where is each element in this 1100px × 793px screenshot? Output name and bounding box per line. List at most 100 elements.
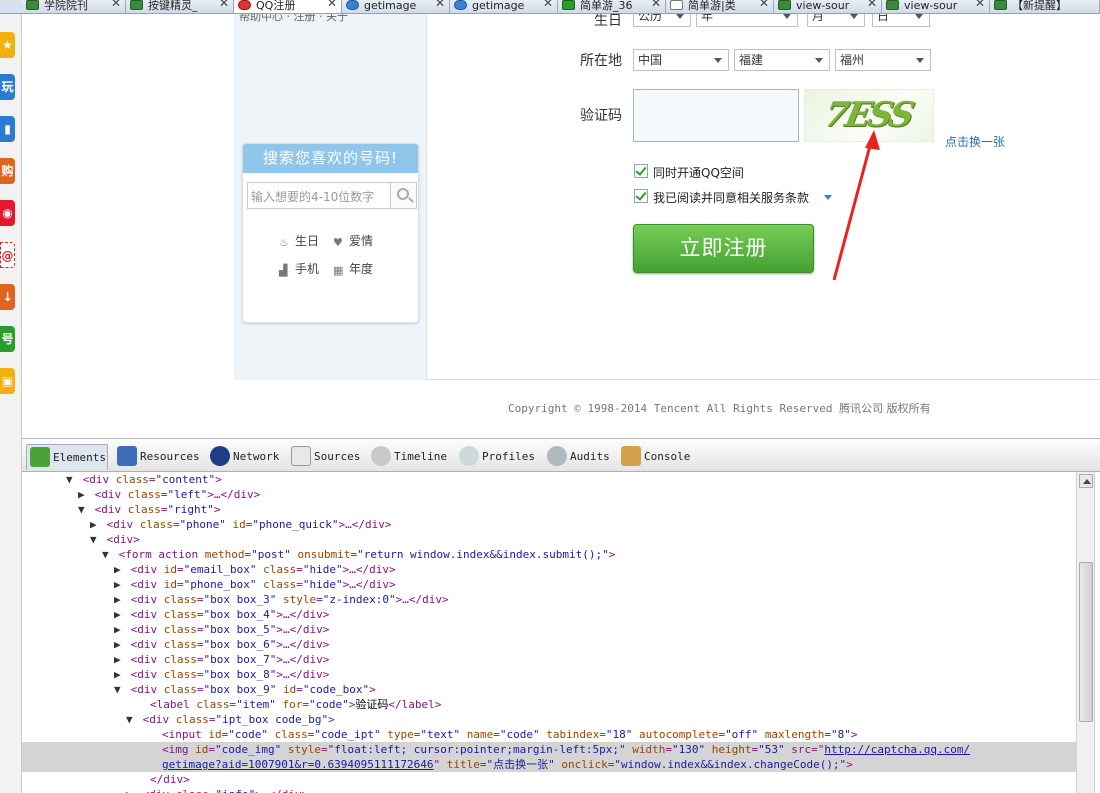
expand-toggle-icon[interactable]: ▶ (114, 577, 124, 592)
tab-network[interactable]: Network (207, 444, 285, 470)
dom-node-line[interactable]: ▶ <div class="box box_4">…</div> (22, 607, 1076, 622)
qq-penguin-icon (238, 0, 251, 10)
site-icon (778, 0, 791, 10)
dom-node-line[interactable]: ▶ <div class="info">…</div> (22, 787, 1076, 793)
dom-node-line[interactable]: ▶ <div class="phone" id="phone_quick">…<… (22, 517, 1076, 532)
dom-node-line[interactable]: ▼ <div class="box box_9" id="code_box"> (22, 682, 1076, 697)
expand-toggle-icon[interactable]: ▶ (90, 517, 100, 532)
close-icon[interactable]: ✕ (759, 0, 769, 9)
expand-toggle-icon[interactable]: ▶ (114, 592, 124, 607)
dom-node-line[interactable]: ▶ <div class="box box_7">…</div> (22, 652, 1076, 667)
browser-tab[interactable]: view-sour ✕ (774, 0, 882, 13)
browser-tab[interactable]: 按键精灵_ ✕ (126, 0, 234, 13)
browser-tab-bar: 学院院刊 ✕ 按键精灵_ ✕ QQ注册 ✕ getimage ✕ getimage ✕ 简… (0, 0, 1100, 14)
book-icon[interactable]: ▮ (0, 116, 15, 142)
dom-node-line[interactable]: ▼ <div class="ipt_box code_bg"> (22, 712, 1076, 727)
expand-toggle-icon[interactable]: ▼ (102, 547, 112, 562)
tab-sources[interactable]: Sources (288, 444, 364, 470)
resources-icon (117, 446, 137, 466)
sources-icon (291, 446, 311, 466)
globe-icon (454, 0, 467, 10)
star-icon[interactable]: ★ (0, 32, 15, 58)
dom-node-line[interactable]: ▶ <div class="box box_3" style="z-index:… (22, 592, 1076, 607)
browser-tab[interactable]: 【新提醒】 (990, 0, 1100, 13)
dom-node-line[interactable]: ▼ <div class="right"> (22, 502, 1076, 517)
audits-icon (547, 446, 567, 466)
dom-node-line[interactable]: <label class="item" for="code">验证码</labe… (22, 697, 1076, 712)
browser-sidebar: ★ 玩 ▮ 购 ◉ @ ↓ 号 ▣ (0, 14, 22, 438)
tab-elements[interactable]: Elements (26, 444, 108, 470)
browser-tab[interactable]: 简单游|类 ✕ (666, 0, 774, 13)
dom-node-line[interactable]: <input id="code" class="code_ipt" type="… (22, 727, 1076, 742)
app-icon[interactable]: 号 (0, 326, 15, 352)
expand-toggle-icon[interactable]: ▶ (114, 652, 124, 667)
dom-node-line[interactable]: ▼ <div> (22, 532, 1076, 547)
dom-node-line[interactable]: ▶ <div class="box box_6">…</div> (22, 637, 1076, 652)
download-icon[interactable]: ↓ (0, 284, 15, 310)
site-icon (994, 0, 1007, 10)
globe-icon (346, 0, 359, 10)
expand-toggle-icon[interactable]: ▼ (126, 712, 136, 727)
tab-resources[interactable]: Resources (114, 444, 204, 470)
close-icon[interactable]: ✕ (219, 0, 229, 9)
tab-audits[interactable]: Audits (544, 444, 614, 470)
game-icon[interactable]: 玩 (0, 74, 15, 100)
close-icon[interactable]: ✕ (975, 0, 985, 9)
close-icon[interactable]: ✕ (435, 0, 445, 9)
expand-toggle-icon[interactable]: ▼ (114, 682, 124, 697)
expand-toggle-icon[interactable]: ▶ (114, 607, 124, 622)
mail-icon[interactable]: @ (0, 242, 15, 268)
lock-icon[interactable]: ▣ (0, 368, 15, 394)
dom-tree[interactable]: ▼ <div class="content"> ▶ <div class="lef… (22, 472, 1076, 793)
expand-toggle-icon[interactable]: ▼ (90, 532, 100, 547)
dom-node-line[interactable]: getimage?aid=1007901&r=0.639409511117264… (22, 757, 1076, 772)
dom-node-line[interactable]: ▶ <div id="phone_box" class="hide">…</di… (22, 577, 1076, 592)
browser-tab[interactable]: getimage ✕ (342, 0, 450, 13)
close-icon[interactable]: ✕ (327, 0, 337, 9)
expand-toggle-icon[interactable]: ▶ (114, 667, 124, 682)
right-panel-edge (1094, 472, 1100, 793)
expand-toggle-icon[interactable]: ▶ (114, 622, 124, 637)
network-icon (210, 446, 230, 466)
tab-console[interactable]: Console (618, 444, 694, 470)
expand-toggle-icon[interactable]: ▶ (126, 787, 136, 793)
browser-tab[interactable]: view-sour ✕ (882, 0, 990, 13)
page-icon (670, 0, 683, 10)
dom-node-line[interactable]: </div> (22, 772, 1076, 787)
close-icon[interactable]: ✕ (111, 0, 121, 9)
expand-toggle-icon[interactable]: ▼ (78, 502, 88, 517)
search-icon (562, 0, 575, 10)
expand-toggle-icon[interactable]: ▼ (66, 472, 76, 487)
weibo-icon[interactable]: ◉ (0, 200, 15, 226)
dom-node-line[interactable]: <img id="code_img" style="float:left; cu… (22, 742, 1076, 757)
dom-node-line[interactable]: ▶ <div class="box box_8">…</div> (22, 667, 1076, 682)
dom-scrollbar[interactable] (1076, 472, 1094, 793)
dom-node-line[interactable]: ▶ <div id="email_box" class="hide">…</di… (22, 562, 1076, 577)
tab-timeline[interactable]: Timeline (368, 444, 450, 470)
scroll-thumb[interactable] (1079, 562, 1093, 722)
console-icon (621, 446, 641, 466)
browser-tab[interactable]: 学院院刊 ✕ (22, 0, 126, 13)
expand-toggle-icon[interactable]: ▶ (114, 637, 124, 652)
annotation-arrow (832, 130, 880, 281)
dom-node-line[interactable]: ▼ <div class="content"> (22, 472, 1076, 487)
close-icon[interactable]: ✕ (867, 0, 877, 9)
shopping-icon[interactable]: 购 (0, 158, 15, 184)
dom-node-line[interactable]: ▶ <div class="box box_5">…</div> (22, 622, 1076, 637)
scroll-up-icon[interactable] (1079, 474, 1093, 488)
expand-toggle-icon[interactable]: ▶ (114, 562, 124, 577)
profiles-icon (459, 446, 479, 466)
close-icon[interactable]: ✕ (651, 0, 661, 9)
web-page: 帮助中心 · 注册 · 关于 搜索您喜欢的号码! 输入想要的4-10位数字 ♨ 生… (22, 14, 1100, 438)
close-icon[interactable]: ✕ (543, 0, 553, 9)
browser-tab[interactable]: getimage ✕ (450, 0, 558, 13)
site-icon (886, 0, 899, 10)
browser-tab[interactable]: 简单游_36 ✕ (558, 0, 666, 13)
tab-profiles[interactable]: Profiles (456, 444, 538, 470)
browser-tab-active[interactable]: QQ注册 ✕ (234, 0, 342, 13)
site-icon (26, 0, 39, 10)
dom-node-line[interactable]: ▶ <div class="left">…</div> (22, 487, 1076, 502)
elements-icon (30, 447, 50, 467)
expand-toggle-icon[interactable]: ▶ (78, 487, 88, 502)
dom-node-line[interactable]: ▼ <form action method="post" onsubmit="r… (22, 547, 1076, 562)
